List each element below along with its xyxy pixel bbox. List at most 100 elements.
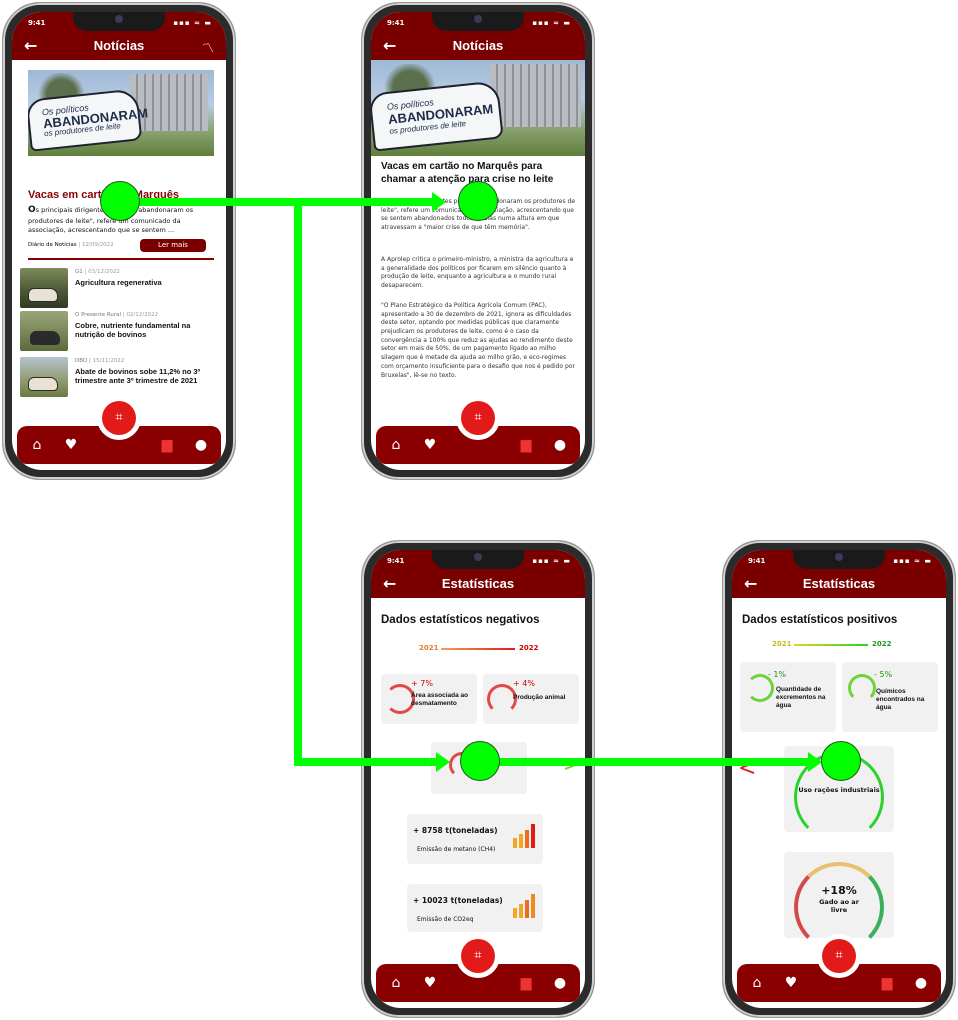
stat-label: Químicos encontrados na água (876, 688, 925, 711)
source-label: Diário de Notícias (28, 242, 77, 248)
stat-label: Produção animal (513, 694, 566, 701)
arrowhead-icon (432, 192, 446, 212)
stats-icon[interactable]: ▆ (516, 973, 536, 993)
tap-marker (821, 741, 861, 781)
flow-connector (294, 758, 440, 766)
scan-icon[interactable]: ⌗ (461, 401, 495, 435)
news-thumbnail (20, 357, 68, 397)
heart-icon[interactable]: ♥ (61, 435, 81, 455)
phone-news-list: 9:41 ▪▪▪ ≈ ▬ ← Notícias 〽 Os políticos A… (2, 2, 236, 480)
profile-icon[interactable]: ● (191, 435, 211, 455)
flow-connector (294, 198, 302, 764)
stat-card[interactable]: + 4% Produção animal (483, 674, 579, 724)
article-image: Os políticos ABANDONARAM os produtores d… (371, 60, 585, 156)
stat-percent: - 1% (768, 670, 787, 679)
featured-image[interactable]: Os políticos ABANDONARAM os produtores d… (28, 70, 214, 156)
bottom-tab-bar: ⌂ ♥ ▆ ● ⌗ (376, 396, 580, 464)
divider (28, 258, 214, 260)
home-icon[interactable]: ⌂ (747, 973, 767, 993)
trend-icon[interactable]: 〽 (202, 39, 214, 56)
page-title: Notícias (452, 38, 504, 53)
status-icons: ▪▪▪ ≈ ▬ (173, 19, 212, 27)
news-thumbnail (20, 268, 68, 308)
profile-icon[interactable]: ● (550, 435, 570, 455)
heart-icon[interactable]: ♥ (781, 973, 801, 993)
emission-value: + 8758 t(toneladas) (413, 826, 498, 835)
year-end: 2022 (519, 644, 539, 652)
gauge-label: Uso rações industriais (798, 786, 880, 794)
home-icon[interactable]: ⌂ (386, 435, 406, 455)
list-item[interactable]: O Presente Rural | 02/12/2022 Cobre, nut… (20, 311, 216, 353)
stat-label: Quantidade de excrementos na água (776, 686, 826, 709)
article-paragraph: "O Plano Estratégico da Política Agrícol… (381, 302, 575, 379)
page-title: Notícias (93, 38, 145, 53)
heart-icon[interactable]: ♥ (420, 973, 440, 993)
scan-icon[interactable]: ⌗ (822, 939, 856, 973)
scan-icon[interactable]: ⌗ (461, 939, 495, 973)
stat-card[interactable]: + 7% Área associada ao desmatamento (381, 674, 477, 724)
arrowhead-icon (436, 752, 450, 772)
gauge-label: Gado ao ar livre (819, 898, 859, 914)
list-item[interactable]: DBO | 15/11/2022 Abate de bovinos sobe 1… (20, 357, 216, 399)
news-headline: Cobre, nutriente fundamental na nutrição… (75, 321, 191, 339)
date-label: 12/09/2022 (81, 242, 114, 248)
news-headline: Abate de bovinos sobe 11,2% no 3º trimes… (75, 367, 201, 385)
screen: 9:41 ▪▪▪ ≈ ▬ ← Notícias Os políticos ABA… (371, 12, 585, 470)
status-time: 9:41 (28, 19, 46, 27)
bottom-tab-bar: ⌂ ♥ ▆ ● ⌗ (17, 396, 221, 464)
news-headline: Agricultura regenerativa (75, 278, 162, 287)
emission-label: Emissão de CO2eq (417, 916, 474, 923)
bars-icon (513, 894, 537, 918)
read-more-button[interactable]: Ler mais (140, 239, 206, 252)
section-heading: Dados estatísticos negativos (381, 614, 540, 626)
year-range: 2021 2022 (419, 644, 549, 654)
stat-card[interactable]: - 5% Químicos encontrados na água (842, 662, 938, 732)
flow-connector (480, 758, 810, 766)
article-paragraph: A Aprolep critica o primeiro-ministro, a… (381, 256, 574, 290)
stat-percent: + 7% (411, 679, 433, 688)
bottom-tab-bar: ⌂ ♥ ▆ ● ⌗ (737, 934, 941, 1002)
year-start: 2021 (419, 644, 439, 652)
emission-card: + 10023 t(toneladas) Emissão de CO2eq (407, 884, 543, 932)
flow-connector (120, 198, 438, 206)
tap-marker (460, 741, 500, 781)
profile-icon[interactable]: ● (550, 973, 570, 993)
stat-percent: - 5% (874, 670, 893, 679)
year-gradient (441, 648, 515, 650)
home-icon[interactable]: ⌂ (27, 435, 47, 455)
gauge-card[interactable]: +18% Gado ao ar livre (784, 852, 894, 952)
year-gradient (794, 644, 868, 646)
list-item[interactable]: G1 | 03/12/2022 Agricultura regenerativa (20, 268, 216, 310)
section-heading: Dados estatísticos positivos (742, 614, 898, 626)
year-start: 2021 (772, 640, 792, 648)
scan-button-wrap: ⌗ (97, 396, 141, 440)
page-title: Estatísticas (802, 576, 876, 591)
profile-icon[interactable]: ● (911, 973, 931, 993)
news-icon[interactable]: ▆ (516, 435, 536, 455)
stat-label: Área associada ao desmatamento (411, 692, 469, 707)
bars-icon (513, 824, 537, 848)
year-range: 2021 2022 (772, 640, 902, 650)
tap-marker (458, 181, 498, 221)
emission-label: Emissão de metano (CH4) (417, 846, 496, 853)
news-thumbnail (20, 311, 68, 351)
scan-icon[interactable]: ⌗ (102, 401, 136, 435)
screen: 9:41 ▪▪▪ ≈ ▬ ← Notícias 〽 Os políticos A… (12, 12, 226, 470)
arrowhead-icon (808, 752, 822, 772)
stats-icon[interactable]: ▆ (877, 973, 897, 993)
progress-ring (848, 674, 876, 702)
year-end: 2022 (872, 640, 892, 648)
stat-card[interactable]: - 1% Quantidade de excrementos na água (740, 662, 836, 732)
bottom-tab-bar: ⌂ ♥ ▆ ● ⌗ (376, 934, 580, 1002)
phone-news-detail: 9:41 ▪▪▪ ≈ ▬ ← Notícias Os políticos ABA… (361, 2, 595, 480)
gauge-value: +18% (821, 884, 857, 897)
featured-meta: Diário de Notícias | 12/09/2022 (28, 242, 114, 248)
home-icon[interactable]: ⌂ (386, 973, 406, 993)
emission-card: + 8758 t(toneladas) Emissão de metano (C… (407, 814, 543, 864)
flow-canvas: 9:41 ▪▪▪ ≈ ▬ ← Notícias 〽 Os políticos A… (0, 0, 958, 1020)
news-icon[interactable]: ▆ (157, 435, 177, 455)
tap-marker (100, 181, 140, 221)
emission-value: + 10023 t(toneladas) (413, 896, 503, 905)
heart-icon[interactable]: ♥ (420, 435, 440, 455)
stat-percent: + 4% (513, 679, 535, 688)
